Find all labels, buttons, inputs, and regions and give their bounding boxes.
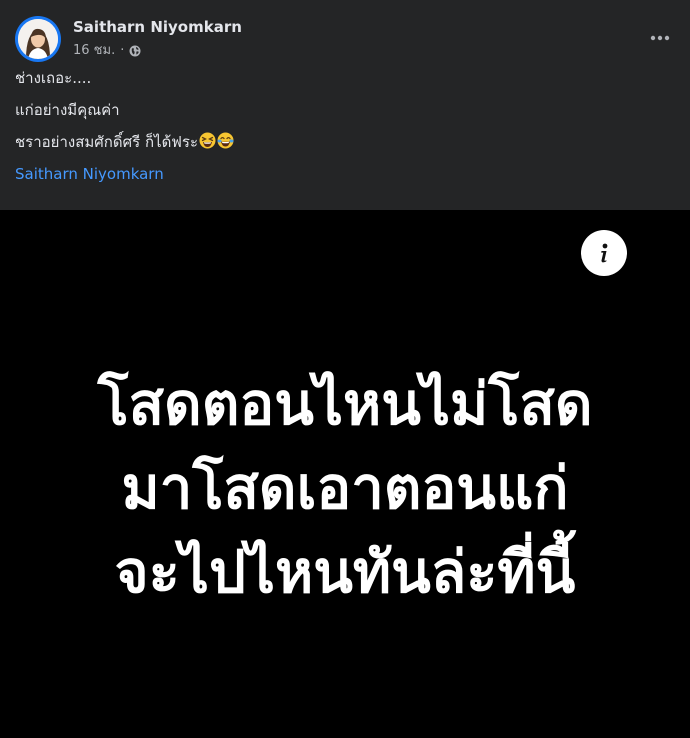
post-line-3: ชราอย่างสมศักดิ์ศรี ก็ได้ฟระ [15,132,675,152]
post-header: Saitharn Niyomkarn 16 ชม. · [0,0,690,70]
post-line-2: แก่อย่างมีคุณค่า [15,101,120,119]
tagged-user-link[interactable]: Saitharn Niyomkarn [15,164,164,184]
avatar-photo [18,19,58,59]
image-line-2: มาโสดเอาตอนแก่ [121,454,569,522]
avatar[interactable] [15,16,61,62]
post-meta: 16 ชม. · [73,42,141,60]
more-options-icon[interactable] [646,24,674,52]
meta-separator: · [120,43,125,58]
grinning-squinting-face-icon [199,132,216,149]
face-with-tears-of-joy-icon [217,132,234,149]
info-icon[interactable] [581,230,627,276]
image-caption-text: โสดตอนไหนไม่โสด มาโสดเอาตอนแก่ จะไปไหนทั… [0,362,690,614]
post-line-3-text: ชราอย่างสมศักดิ์ศรี ก็ได้ฟระ [15,133,199,151]
image-line-1: โสดตอนไหนไม่โสด [97,370,593,438]
image-line-3: จะไปไหนทันล่ะที่นี้ [114,538,576,606]
post-timestamp[interactable]: 16 ชม. [73,42,115,60]
globe-icon[interactable] [129,45,141,57]
post-line-1: ช่างเถอะ.... [15,69,92,87]
facebook-post: Saitharn Niyomkarn 16 ชม. · ช่างเถอะ.... [0,0,690,738]
author-name[interactable]: Saitharn Niyomkarn [73,17,242,37]
post-text: ช่างเถอะ.... แก่อย่างมีคุณค่า ชราอย่างสม… [15,68,675,184]
